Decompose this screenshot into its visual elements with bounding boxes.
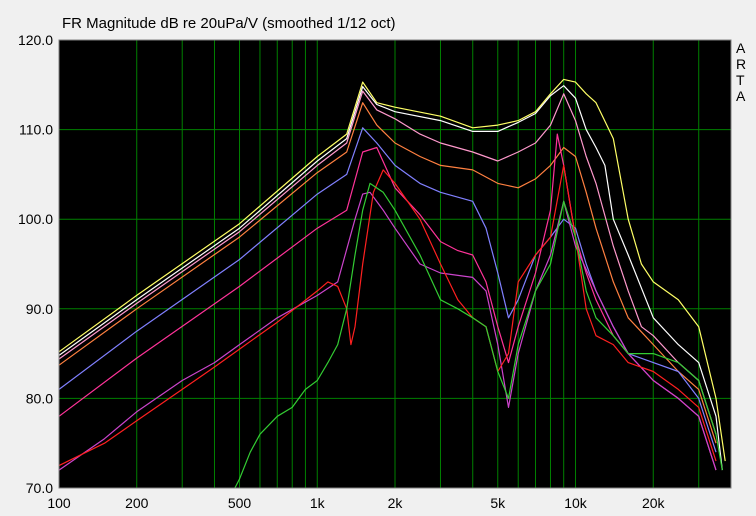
y-tick-label: 100.0 <box>18 211 53 227</box>
y-tick-label: 70.0 <box>26 480 53 496</box>
x-tick-label: 1k <box>310 495 326 511</box>
frequency-response-chart: 100 200 500 1k 2k 5k 10k 20k 70.0 80.0 90.0 100.0 1… <box>18 32 732 511</box>
x-tick-label: 5k <box>490 495 506 511</box>
y-tick-label: 80.0 <box>26 390 53 406</box>
y-tick-label: 110.0 <box>19 122 53 138</box>
y-tick-label: 120.0 <box>18 32 53 48</box>
x-tick-label: 100 <box>47 495 71 511</box>
x-tick-label: 500 <box>228 495 252 511</box>
y-tick-label: 90.0 <box>26 301 53 317</box>
x-axis-ticks: 100 200 500 1k 2k 5k 10k 20k <box>47 495 665 511</box>
x-tick-label: 20k <box>642 495 666 511</box>
x-tick-label: 10k <box>564 495 588 511</box>
y-axis-ticks: 70.0 80.0 90.0 100.0 110.0 120.0 <box>18 32 53 496</box>
x-tick-label: 200 <box>125 495 149 511</box>
x-tick-label: 2k <box>388 495 404 511</box>
